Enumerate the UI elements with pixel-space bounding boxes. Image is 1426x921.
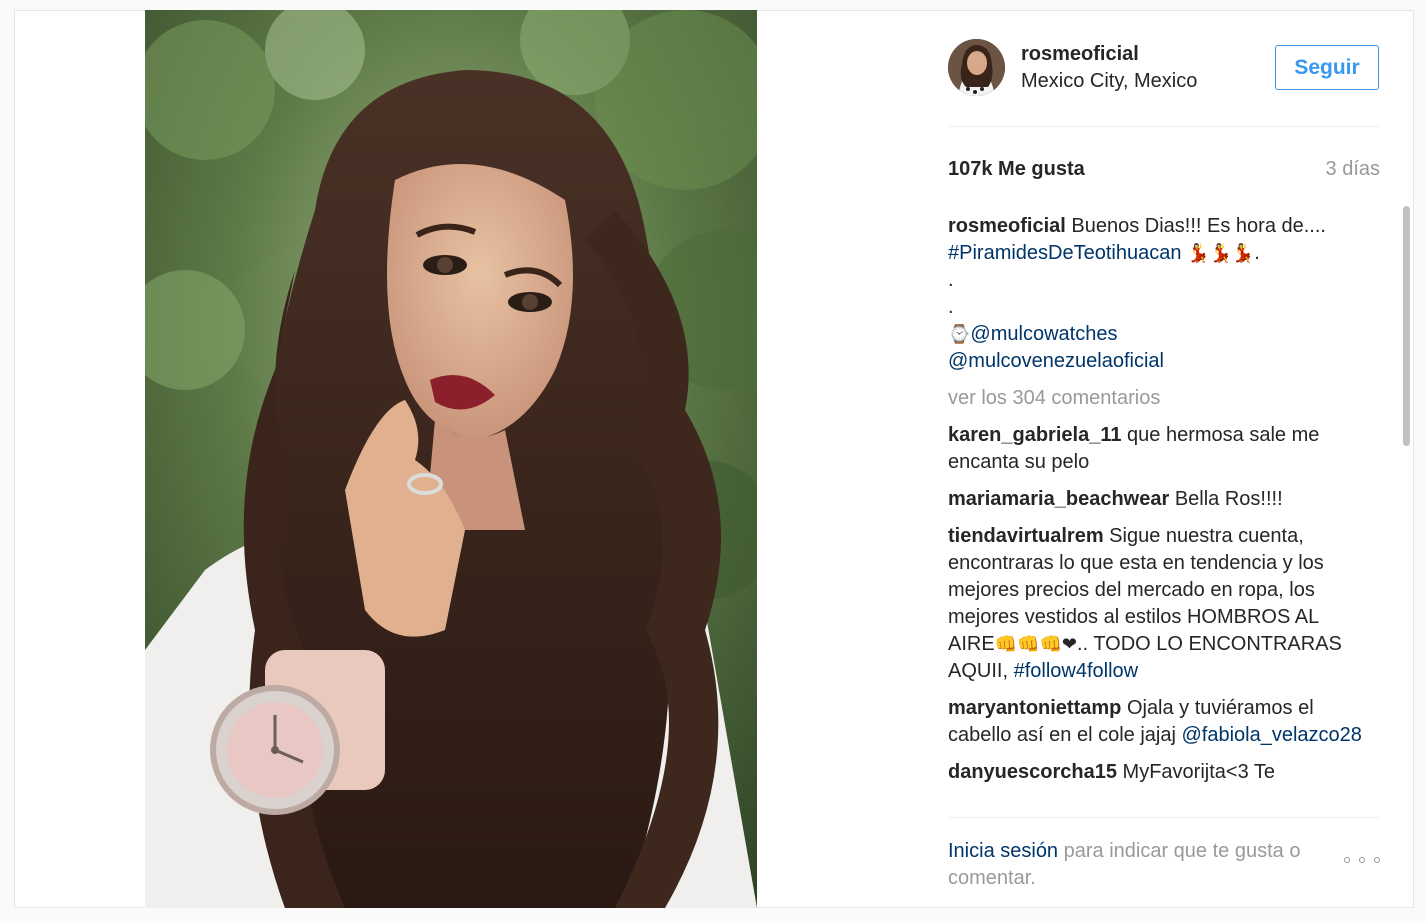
comment-username[interactable]: maryantoniettamp <box>948 697 1121 719</box>
post-details-panel: rosmeoficial Mexico City, Mexico Seguir … <box>948 10 1410 908</box>
watch-icon: ⌚ <box>948 324 971 344</box>
avatar[interactable] <box>948 39 1005 96</box>
caption-username[interactable]: rosmeoficial <box>948 215 1066 237</box>
caption: rosmeoficial Buenos Dias!!! Es hora de..… <box>948 213 1368 375</box>
likes-count[interactable]: 107k Me gusta <box>948 158 1085 181</box>
comments-scrollbar[interactable] <box>1403 206 1410 446</box>
fist-heart-emoji: 👊👊👊❤ <box>994 634 1078 654</box>
caption-after-hashtag: . <box>1254 242 1260 264</box>
comment-username[interactable]: mariamaria_beachwear <box>948 488 1169 510</box>
login-prompt: Inicia sesión para indicar que te gusta … <box>948 838 1328 892</box>
comment-username[interactable]: tiendavirtualrem <box>948 525 1104 547</box>
comment-item: mariamaria_beachwear Bella Ros!!!! <box>948 486 1368 513</box>
comment-hashtag[interactable]: #follow4follow <box>1014 660 1139 682</box>
dot <box>1344 857 1350 863</box>
post-footer: Inicia sesión para indicar que te gusta … <box>948 817 1380 898</box>
caption-mention[interactable]: @mulcovenezuelaoficial <box>948 350 1164 372</box>
dot <box>1359 857 1365 863</box>
caption-hashtag[interactable]: #PiramidesDeTeotihuacan <box>948 242 1181 264</box>
caption-text: Buenos Dias!!! Es hora de.... <box>1071 215 1326 237</box>
comment-text: Bella Ros!!!! <box>1174 488 1283 510</box>
selfie-photo-image <box>145 10 757 908</box>
post-header: rosmeoficial Mexico City, Mexico Seguir <box>948 10 1380 127</box>
caption-dot: . <box>948 269 954 291</box>
caption-dot: . <box>948 296 954 318</box>
comment-item: maryantoniettamp Ojala y tuviéramos el c… <box>948 695 1368 749</box>
more-options-icon[interactable] <box>1344 854 1380 866</box>
post-photo[interactable] <box>145 10 757 908</box>
dot <box>1374 857 1380 863</box>
comment-item: tiendavirtualrem Sigue nuestra cuenta, e… <box>948 523 1368 685</box>
post-author-username[interactable]: rosmeoficial <box>1021 43 1139 66</box>
caption-mention[interactable]: @mulcowatches <box>970 323 1117 345</box>
comment-item: danyuescorcha15 MyFavorijta<3 Te <box>948 759 1368 786</box>
follow-button[interactable]: Seguir <box>1275 45 1379 90</box>
login-link[interactable]: Inicia sesión <box>948 840 1058 862</box>
post-age[interactable]: 3 días <box>1326 158 1380 181</box>
comment-item: karen_gabriela_11 que hermosa sale me en… <box>948 422 1368 476</box>
view-comments-link-row: ver los 304 comentarios <box>948 385 1368 412</box>
likes-row: 107k Me gusta 3 días <box>948 158 1380 184</box>
view-all-comments-link[interactable]: ver los 304 comentarios <box>948 387 1160 409</box>
comment-username[interactable]: danyuescorcha15 <box>948 761 1117 783</box>
avatar-image <box>948 39 1005 96</box>
post-location[interactable]: Mexico City, Mexico <box>1021 70 1197 93</box>
comment-username[interactable]: karen_gabriela_11 <box>948 424 1121 446</box>
dancer-emoji: 💃💃💃 <box>1187 243 1255 263</box>
comment-mention[interactable]: @fabiola_velazco28 <box>1181 724 1361 746</box>
comment-text: MyFavorijta<3 Te <box>1122 761 1276 783</box>
comments-list: rosmeoficial Buenos Dias!!! Es hora de..… <box>948 213 1368 809</box>
